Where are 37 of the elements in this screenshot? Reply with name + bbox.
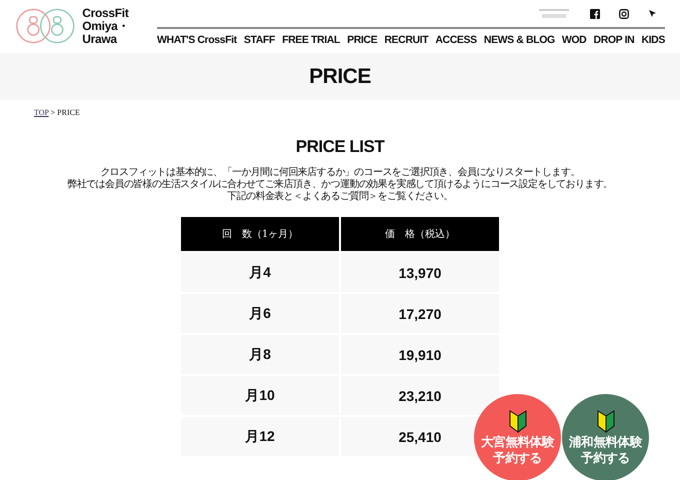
- nav-link[interactable]: ACCESS: [435, 34, 477, 46]
- table-cell: 月4: [181, 253, 339, 292]
- column-header: 回 数（1ヶ月）: [181, 217, 339, 251]
- breadcrumb-current: > PRICE: [50, 108, 80, 117]
- table-cell: 月8: [181, 335, 339, 374]
- beginner-mark-icon: [508, 410, 528, 434]
- column-header: 価 格（税込）: [341, 217, 499, 251]
- table-cell: 17,270: [341, 294, 499, 333]
- intro-text: クロスフィットは基本的に、「一か月間に何回来店するか」のコースをご選択頂き、会員になりスタートします。: [99, 167, 581, 178]
- facebook-icon[interactable]: [590, 8, 600, 18]
- table-cell: 月6: [181, 294, 339, 333]
- trial-booking-button[interactable]: 浦和無料体験 予約する: [562, 394, 649, 480]
- section-title: PRICE LIST: [294, 137, 386, 157]
- nav-link[interactable]: STAFF: [244, 34, 275, 46]
- nav-link[interactable]: DROP IN: [594, 34, 634, 46]
- cursor-icon[interactable]: [648, 9, 657, 18]
- table-cell: 月12: [181, 417, 339, 456]
- intro-text: 下記の料金表と＜よくあるご質問＞をご覧ください。: [226, 191, 454, 203]
- logo-line: Omiya・Urawa: [82, 20, 130, 46]
- instagram-icon[interactable]: [619, 8, 629, 18]
- logo-line: CrossFit: [82, 6, 130, 20]
- breadcrumb-link[interactable]: TOP: [34, 108, 49, 117]
- table-cell: 19,910: [341, 335, 499, 374]
- table-cell: 月10: [181, 376, 339, 415]
- nav-link[interactable]: WOD: [562, 34, 586, 46]
- nav-link[interactable]: RECRUIT: [384, 34, 428, 46]
- nav-link[interactable]: NEWS & BLOG: [484, 34, 555, 46]
- logo-text[interactable]: CrossFit Omiya・Urawa: [82, 6, 157, 46]
- intro-text: 弊社では会員の皆様の生活スタイルに合わせてご来店頂き、かつ運動の効果を実感して頂けるようにコース設定をしております。: [66, 179, 614, 190]
- nav-link[interactable]: FREE TRIAL: [282, 34, 340, 46]
- nav-link[interactable]: PRICE: [347, 34, 378, 46]
- page-title: PRICE: [309, 64, 371, 88]
- table-cell: 23,210: [341, 376, 499, 415]
- table-cell: 13,970: [341, 253, 499, 292]
- nav-link[interactable]: KIDS: [641, 34, 665, 46]
- beginner-mark-icon: [596, 410, 616, 434]
- nav-link[interactable]: WHAT'S CrossFit: [157, 34, 237, 46]
